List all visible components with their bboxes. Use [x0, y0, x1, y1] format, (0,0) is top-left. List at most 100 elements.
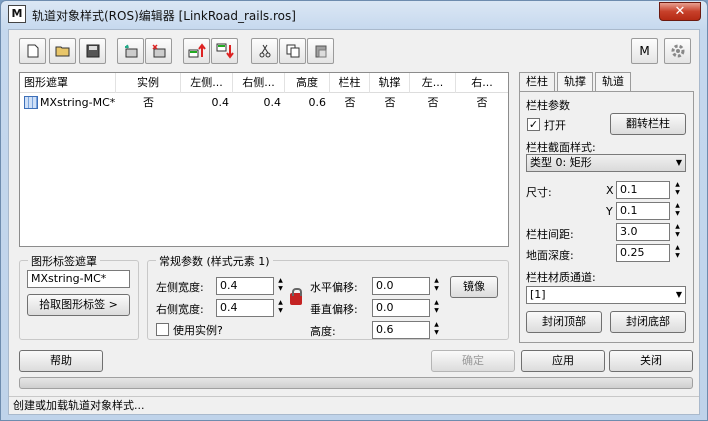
title-bar[interactable]: M 轨道对象样式(ROS)编辑器 [LinkRoad_rails.ros] ✕: [1, 1, 707, 29]
v-offset-spinner[interactable]: ▲ ▼: [432, 299, 441, 317]
copy-icon: [286, 44, 299, 58]
ground-depth-spinner[interactable]: ▲ ▼: [673, 244, 682, 262]
add-element-button[interactable]: [117, 38, 144, 64]
paste-icon: [315, 45, 326, 58]
size-x-input[interactable]: 0.1: [616, 181, 670, 199]
posts-panel: 栏柱参数 ✓ 打开 翻转栏柱 栏柱截面样式: 类型 0: 矩形 ▼ 尺寸: X …: [519, 91, 694, 343]
cell-height: 0.6: [308, 96, 327, 109]
lock-icon[interactable]: [290, 288, 302, 305]
open-checkbox[interactable]: ✓: [527, 118, 540, 131]
col-header-right[interactable]: 右...: [456, 73, 508, 93]
cut-button[interactable]: [251, 38, 278, 64]
h-offset-input[interactable]: 0.0: [372, 277, 430, 295]
m-button[interactable]: M: [631, 38, 658, 64]
move-down-icon: [216, 43, 234, 59]
new-icon: [27, 44, 38, 58]
pick-shape-tag-button[interactable]: 拾取图形标签 >: [27, 294, 130, 316]
right-width-spinner[interactable]: ▲ ▼: [276, 299, 285, 317]
paste-button[interactable]: [307, 38, 334, 64]
h-offset-label: 水平偏移:: [310, 281, 358, 294]
cap-top-button[interactable]: 封闭顶部: [526, 311, 602, 333]
cell-right-width: 0.4: [263, 96, 282, 109]
new-button[interactable]: [19, 38, 46, 64]
ground-depth-input[interactable]: 0.25: [616, 244, 670, 262]
cell-shape-mask: MXstring-MC*: [40, 96, 116, 109]
col-header-height[interactable]: 高度: [285, 73, 330, 93]
post-spacing-spinner[interactable]: ▲ ▼: [673, 223, 682, 241]
col-header-right-width[interactable]: 右侧...: [233, 73, 285, 93]
app-logo-icon: M: [8, 5, 26, 23]
cell-instance: 否: [143, 96, 154, 109]
cut-icon: [259, 44, 270, 58]
save-button[interactable]: [79, 38, 106, 64]
cell-posts: 否: [344, 96, 356, 109]
size-x-spinner[interactable]: ▲ ▼: [673, 181, 682, 199]
col-header-instance[interactable]: 实例: [116, 73, 181, 93]
cell-braces: 否: [384, 96, 396, 109]
material-channel-label: 栏柱材质通道:: [526, 271, 596, 284]
tab-braces[interactable]: 轨撑: [557, 72, 593, 92]
help-button[interactable]: 帮助: [19, 350, 103, 372]
status-bar: 创建或加载轨道对象样式...: [9, 396, 699, 415]
flip-posts-button[interactable]: 翻转栏柱: [610, 113, 686, 135]
save-icon: [86, 44, 99, 58]
section-style-value: 类型 0: 矩形: [530, 156, 592, 169]
style-elements-table[interactable]: 图形遮罩 实例 左侧... 右侧... 高度 栏柱 轨撑 左... 右... M…: [19, 72, 509, 247]
tab-posts[interactable]: 栏柱: [519, 72, 555, 92]
material-channel-value: [1]: [530, 288, 546, 301]
height-spinner[interactable]: ▲ ▼: [432, 321, 441, 339]
tab-rails[interactable]: 轨道: [595, 72, 631, 92]
col-header-left-width[interactable]: 左侧...: [181, 73, 233, 93]
settings-button[interactable]: [664, 38, 691, 64]
left-width-input[interactable]: 0.4: [216, 277, 274, 295]
cap-bottom-button[interactable]: 封闭底部: [610, 311, 686, 333]
size-y-spinner[interactable]: ▲ ▼: [673, 202, 682, 220]
cell-left: 否: [427, 96, 439, 109]
window-close-button[interactable]: ✕: [659, 2, 701, 21]
open-button[interactable]: [49, 38, 76, 64]
ok-button[interactable]: 确定: [431, 350, 515, 372]
chevron-down-icon: ▼: [675, 158, 682, 167]
right-width-input[interactable]: 0.4: [216, 299, 274, 317]
ground-depth-label: 地面深度:: [526, 249, 574, 262]
size-label: 尺寸:: [526, 186, 552, 199]
shape-mask-input[interactable]: MXstring-MC*: [27, 270, 130, 288]
size-y-input[interactable]: 0.1: [616, 202, 670, 220]
material-channel-select[interactable]: [1] ▼: [526, 286, 686, 304]
v-offset-label: 垂直偏移:: [310, 303, 358, 316]
height-input[interactable]: 0.6: [372, 321, 430, 339]
left-width-spinner[interactable]: ▲ ▼: [276, 277, 285, 295]
section-style-select[interactable]: 类型 0: 矩形 ▼: [526, 154, 686, 172]
move-up-button[interactable]: [183, 38, 210, 64]
add-element-icon: [124, 44, 137, 58]
col-header-braces[interactable]: 轨撑: [370, 73, 410, 93]
post-spacing-input[interactable]: 3.0: [616, 223, 670, 241]
use-instance-label: 使用实例?: [173, 324, 223, 337]
left-width-label: 左侧宽度:: [156, 281, 204, 294]
table-row[interactable]: MXstring-MC* 否 0.4 0.4 0.6 否 否 否 否: [20, 94, 508, 112]
col-header-left[interactable]: 左...: [410, 73, 456, 93]
general-params-group: 常规参数 (样式元素 1) 左侧宽度: 0.4 ▲ ▼ 右侧宽度: 0.4 ▲ ▼ …: [147, 253, 509, 340]
post-spacing-label: 栏柱间距:: [526, 228, 574, 241]
open-label: 打开: [544, 119, 566, 132]
close-button[interactable]: 关闭: [609, 350, 693, 372]
chevron-down-icon: ▼: [675, 290, 682, 299]
progress-bar: [19, 377, 693, 389]
x-label: X: [606, 184, 614, 197]
delete-element-button[interactable]: [145, 38, 172, 64]
dialog-client-area: M 图形遮罩 实例 左侧... 右侧... 高度 栏柱 轨撑 左... 右...…: [8, 29, 700, 415]
v-offset-input[interactable]: 0.0: [372, 299, 430, 317]
mirror-button[interactable]: 镜像: [450, 276, 498, 298]
cell-right: 否: [476, 96, 488, 109]
h-offset-spinner[interactable]: ▲ ▼: [432, 277, 441, 295]
use-instance-checkbox[interactable]: [156, 323, 169, 336]
panel-title: 栏柱参数: [526, 99, 570, 112]
apply-button[interactable]: 应用: [521, 350, 605, 372]
copy-button[interactable]: [279, 38, 306, 64]
shape-mask-icon: [24, 96, 38, 109]
col-header-posts[interactable]: 栏柱: [330, 73, 370, 93]
height-label: 高度:: [310, 325, 336, 338]
col-header-shape-mask[interactable]: 图形遮罩: [20, 73, 116, 93]
editor-window: M 轨道对象样式(ROS)编辑器 [LinkRoad_rails.ros] ✕: [0, 0, 708, 421]
move-down-button[interactable]: [211, 38, 238, 64]
